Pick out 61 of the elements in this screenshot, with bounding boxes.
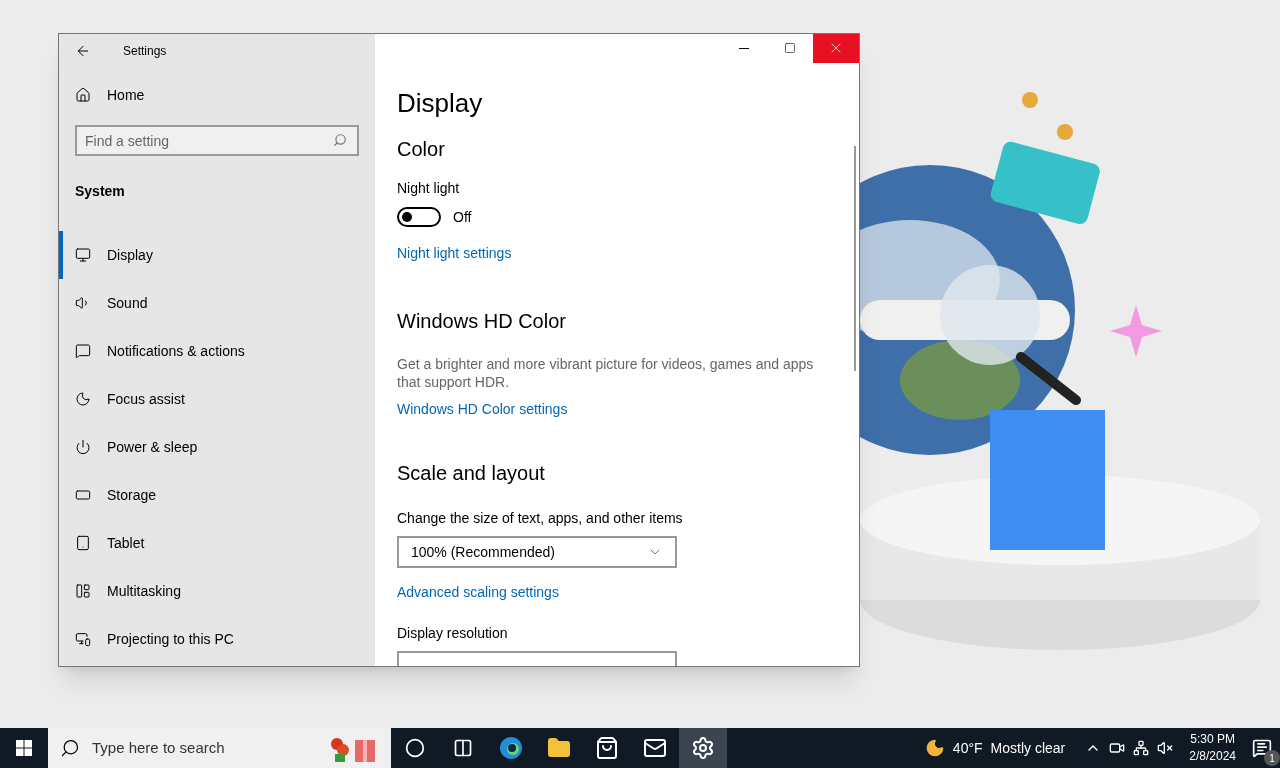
moon-icon — [75, 391, 91, 407]
notification-count: 1 — [1264, 750, 1280, 766]
power-icon — [75, 439, 91, 455]
notifications-icon[interactable] — [1252, 738, 1272, 758]
sidebar-item[interactable]: Power & sleep — [59, 423, 375, 471]
weather-icon — [924, 738, 945, 758]
search-field[interactable]: Find a setting — [75, 125, 359, 156]
sidebar-item[interactable]: Multitasking — [59, 567, 375, 615]
setting-label: Night light — [397, 179, 461, 198]
scrollbar[interactable] — [854, 146, 856, 371]
scaling-link[interactable]: Advanced scaling settings — [397, 582, 559, 602]
toggle-switch[interactable] — [397, 207, 441, 227]
network-icon[interactable] — [1133, 740, 1150, 756]
taskbar-search-field[interactable]: Type here to search — [48, 728, 391, 768]
windows-logo-icon[interactable] — [16, 740, 32, 756]
clock[interactable]: 5:30 PM 2/8/2024 — [1189, 731, 1236, 765]
taskbar-search-input[interactable]: Type here to search — [92, 736, 311, 760]
search-icon — [60, 738, 80, 758]
storage-icon — [75, 487, 91, 503]
home-link[interactable]: Home — [107, 85, 145, 105]
search-icon — [333, 133, 347, 147]
home-icon — [75, 87, 91, 103]
sidebar-item[interactable]: Notifications & actions — [59, 327, 375, 375]
sidebar-item[interactable]: Storage — [59, 471, 375, 519]
back-icon[interactable] — [75, 43, 91, 59]
task-view-icon — [453, 738, 473, 758]
temperature: 40°F — [952, 739, 983, 758]
section-heading: Windows HD Color — [397, 309, 567, 334]
section-heading: System — [74, 182, 126, 201]
store-icon — [595, 736, 619, 760]
projector-icon — [75, 631, 91, 647]
description: Get a brighter and more vibrant picture for videos, games and apps that support HDR. — [397, 355, 815, 391]
camera-icon[interactable] — [1109, 740, 1126, 756]
maximize-icon — [784, 42, 796, 55]
folder-icon — [547, 736, 571, 760]
tablet-icon — [75, 535, 91, 551]
minimize-icon — [739, 47, 749, 49]
mail-icon — [643, 736, 667, 760]
page-title: Display — [397, 86, 484, 120]
setting-label: Display resolution — [397, 624, 509, 643]
browser-icon — [499, 736, 523, 760]
sidebar-item[interactable]: Tablet — [59, 519, 375, 567]
taskbar-app[interactable] — [679, 728, 727, 768]
section-heading: Scale and layout — [397, 461, 546, 486]
sidebar-item[interactable]: Projecting to this PC — [59, 615, 375, 663]
section-heading: Color — [397, 137, 446, 162]
hd-color-link[interactable]: Windows HD Color settings — [397, 399, 568, 419]
cortana-icon — [405, 738, 425, 758]
setting-label: Change the size of text, apps, and other items — [397, 509, 684, 528]
sidebar-item[interactable]: Sound — [59, 279, 375, 327]
muted-speaker-icon[interactable] — [1157, 740, 1174, 756]
weather-text: Mostly clear — [990, 739, 1066, 758]
settings-icon — [691, 736, 715, 760]
monitor-icon — [75, 247, 91, 263]
window-title: Settings — [123, 43, 167, 59]
night-light-link[interactable]: Night light settings — [397, 243, 512, 263]
scale-dropdown[interactable]: 100% (Recommended) — [397, 536, 677, 568]
message-icon — [75, 343, 91, 359]
toggle-state: Off — [453, 208, 472, 227]
multitasking-icon — [75, 583, 91, 599]
sidebar-item[interactable]: Focus assist — [59, 375, 375, 423]
